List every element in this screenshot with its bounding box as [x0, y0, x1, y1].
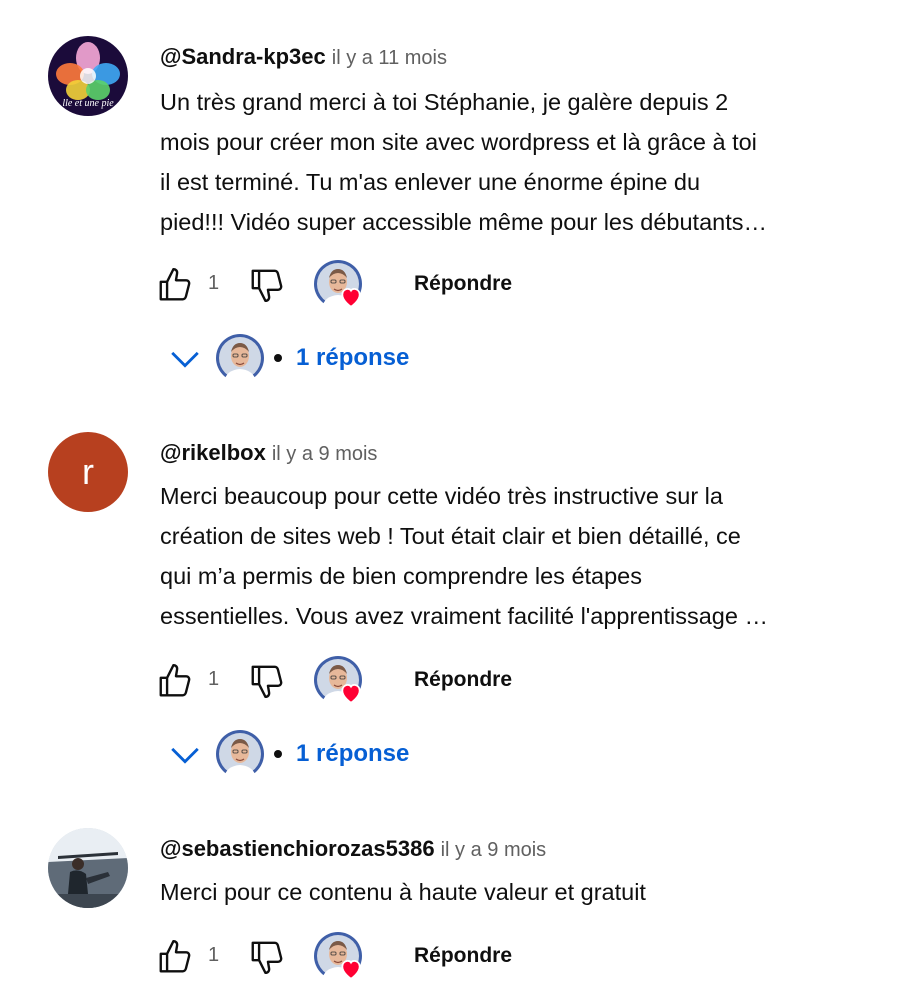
comment-actions: 1 Répondre: [156, 260, 576, 308]
avatar[interactable]: [48, 828, 128, 908]
comment-line: pied!!! Vidéo super accessible même pour…: [160, 209, 767, 235]
comment-text: Merci beaucoup pour cette vidéo très ins…: [160, 476, 880, 636]
comment-header: @Sandra-kp3ec il y a 11 mois: [160, 44, 447, 70]
heart-icon: [338, 956, 364, 982]
separator-dot: [274, 750, 282, 758]
avatar[interactable]: lle et une pie: [48, 36, 128, 116]
author-name[interactable]: @sebastienchiorozas5386: [160, 836, 435, 861]
comment-time[interactable]: il y a 9 mois: [272, 443, 378, 465]
creator-avatar-icon: [216, 730, 264, 778]
creator-heart: [312, 260, 364, 308]
comment-line: il est terminé. Tu m'as enlever une énor…: [160, 169, 701, 195]
comment-text: Un très grand merci à toi Stéphanie, je …: [160, 82, 880, 242]
view-replies-button[interactable]: 1 réponse: [164, 728, 484, 784]
replies-count[interactable]: 1 réponse: [296, 344, 409, 372]
reply-button[interactable]: Répondre: [414, 944, 512, 968]
comment-line: Un très grand merci à toi Stéphanie, je …: [160, 89, 729, 115]
separator-dot: [274, 354, 282, 362]
like-count: 1: [208, 944, 220, 966]
avatar[interactable]: r: [48, 432, 128, 512]
reply-button[interactable]: Répondre: [414, 668, 512, 692]
creator-heart: [312, 656, 364, 704]
replies-count[interactable]: 1 réponse: [296, 740, 409, 768]
comment-line: création de sites web ! Tout était clair…: [160, 523, 741, 549]
thumbs-down-icon[interactable]: [248, 662, 286, 700]
like-count: 1: [208, 668, 220, 690]
thumbs-down-icon[interactable]: [248, 266, 286, 304]
comment-line: Merci pour ce contenu à haute valeur et …: [160, 879, 646, 905]
thumbs-down-icon[interactable]: [248, 938, 286, 976]
flower-logo-icon: lle et une pie: [48, 36, 128, 116]
comment-time[interactable]: il y a 9 mois: [441, 839, 547, 861]
comment-actions: 1 Répondre: [156, 932, 576, 980]
heart-icon: [338, 680, 364, 706]
comment-line: mois pour créer mon site avec wordpress …: [160, 129, 757, 155]
chevron-down-icon: [168, 742, 202, 770]
comment-line: Merci beaucoup pour cette vidéo très ins…: [160, 483, 723, 509]
thumbs-up-icon[interactable]: [156, 266, 194, 304]
chevron-down-icon: [168, 346, 202, 374]
comment-header: @sebastienchiorozas5386 il y a 9 mois: [160, 836, 546, 862]
creator-avatar-icon: [216, 334, 264, 382]
author-name[interactable]: @Sandra-kp3ec: [160, 44, 326, 69]
creator-heart: [312, 932, 364, 980]
like-count: 1: [208, 272, 220, 294]
comment-header: @rikelbox il y a 9 mois: [160, 440, 377, 466]
comment-time[interactable]: il y a 11 mois: [332, 47, 447, 69]
author-name[interactable]: @rikelbox: [160, 440, 266, 465]
avatar-letter: r: [82, 451, 94, 492]
thumbs-up-icon[interactable]: [156, 662, 194, 700]
heart-icon: [338, 284, 364, 310]
avatar-text: lle et une pie: [62, 98, 114, 109]
comment-line: essentielles. Vous avez vraiment facilit…: [160, 603, 768, 629]
person-photo-icon: [48, 828, 128, 908]
view-replies-button[interactable]: 1 réponse: [164, 332, 484, 388]
comment-actions: 1 Répondre: [156, 656, 576, 704]
comment-line: qui m’a permis de bien comprendre les ét…: [160, 563, 643, 589]
comment-text: Merci pour ce contenu à haute valeur et …: [160, 872, 880, 912]
thumbs-up-icon[interactable]: [156, 938, 194, 976]
reply-button[interactable]: Répondre: [414, 272, 512, 296]
